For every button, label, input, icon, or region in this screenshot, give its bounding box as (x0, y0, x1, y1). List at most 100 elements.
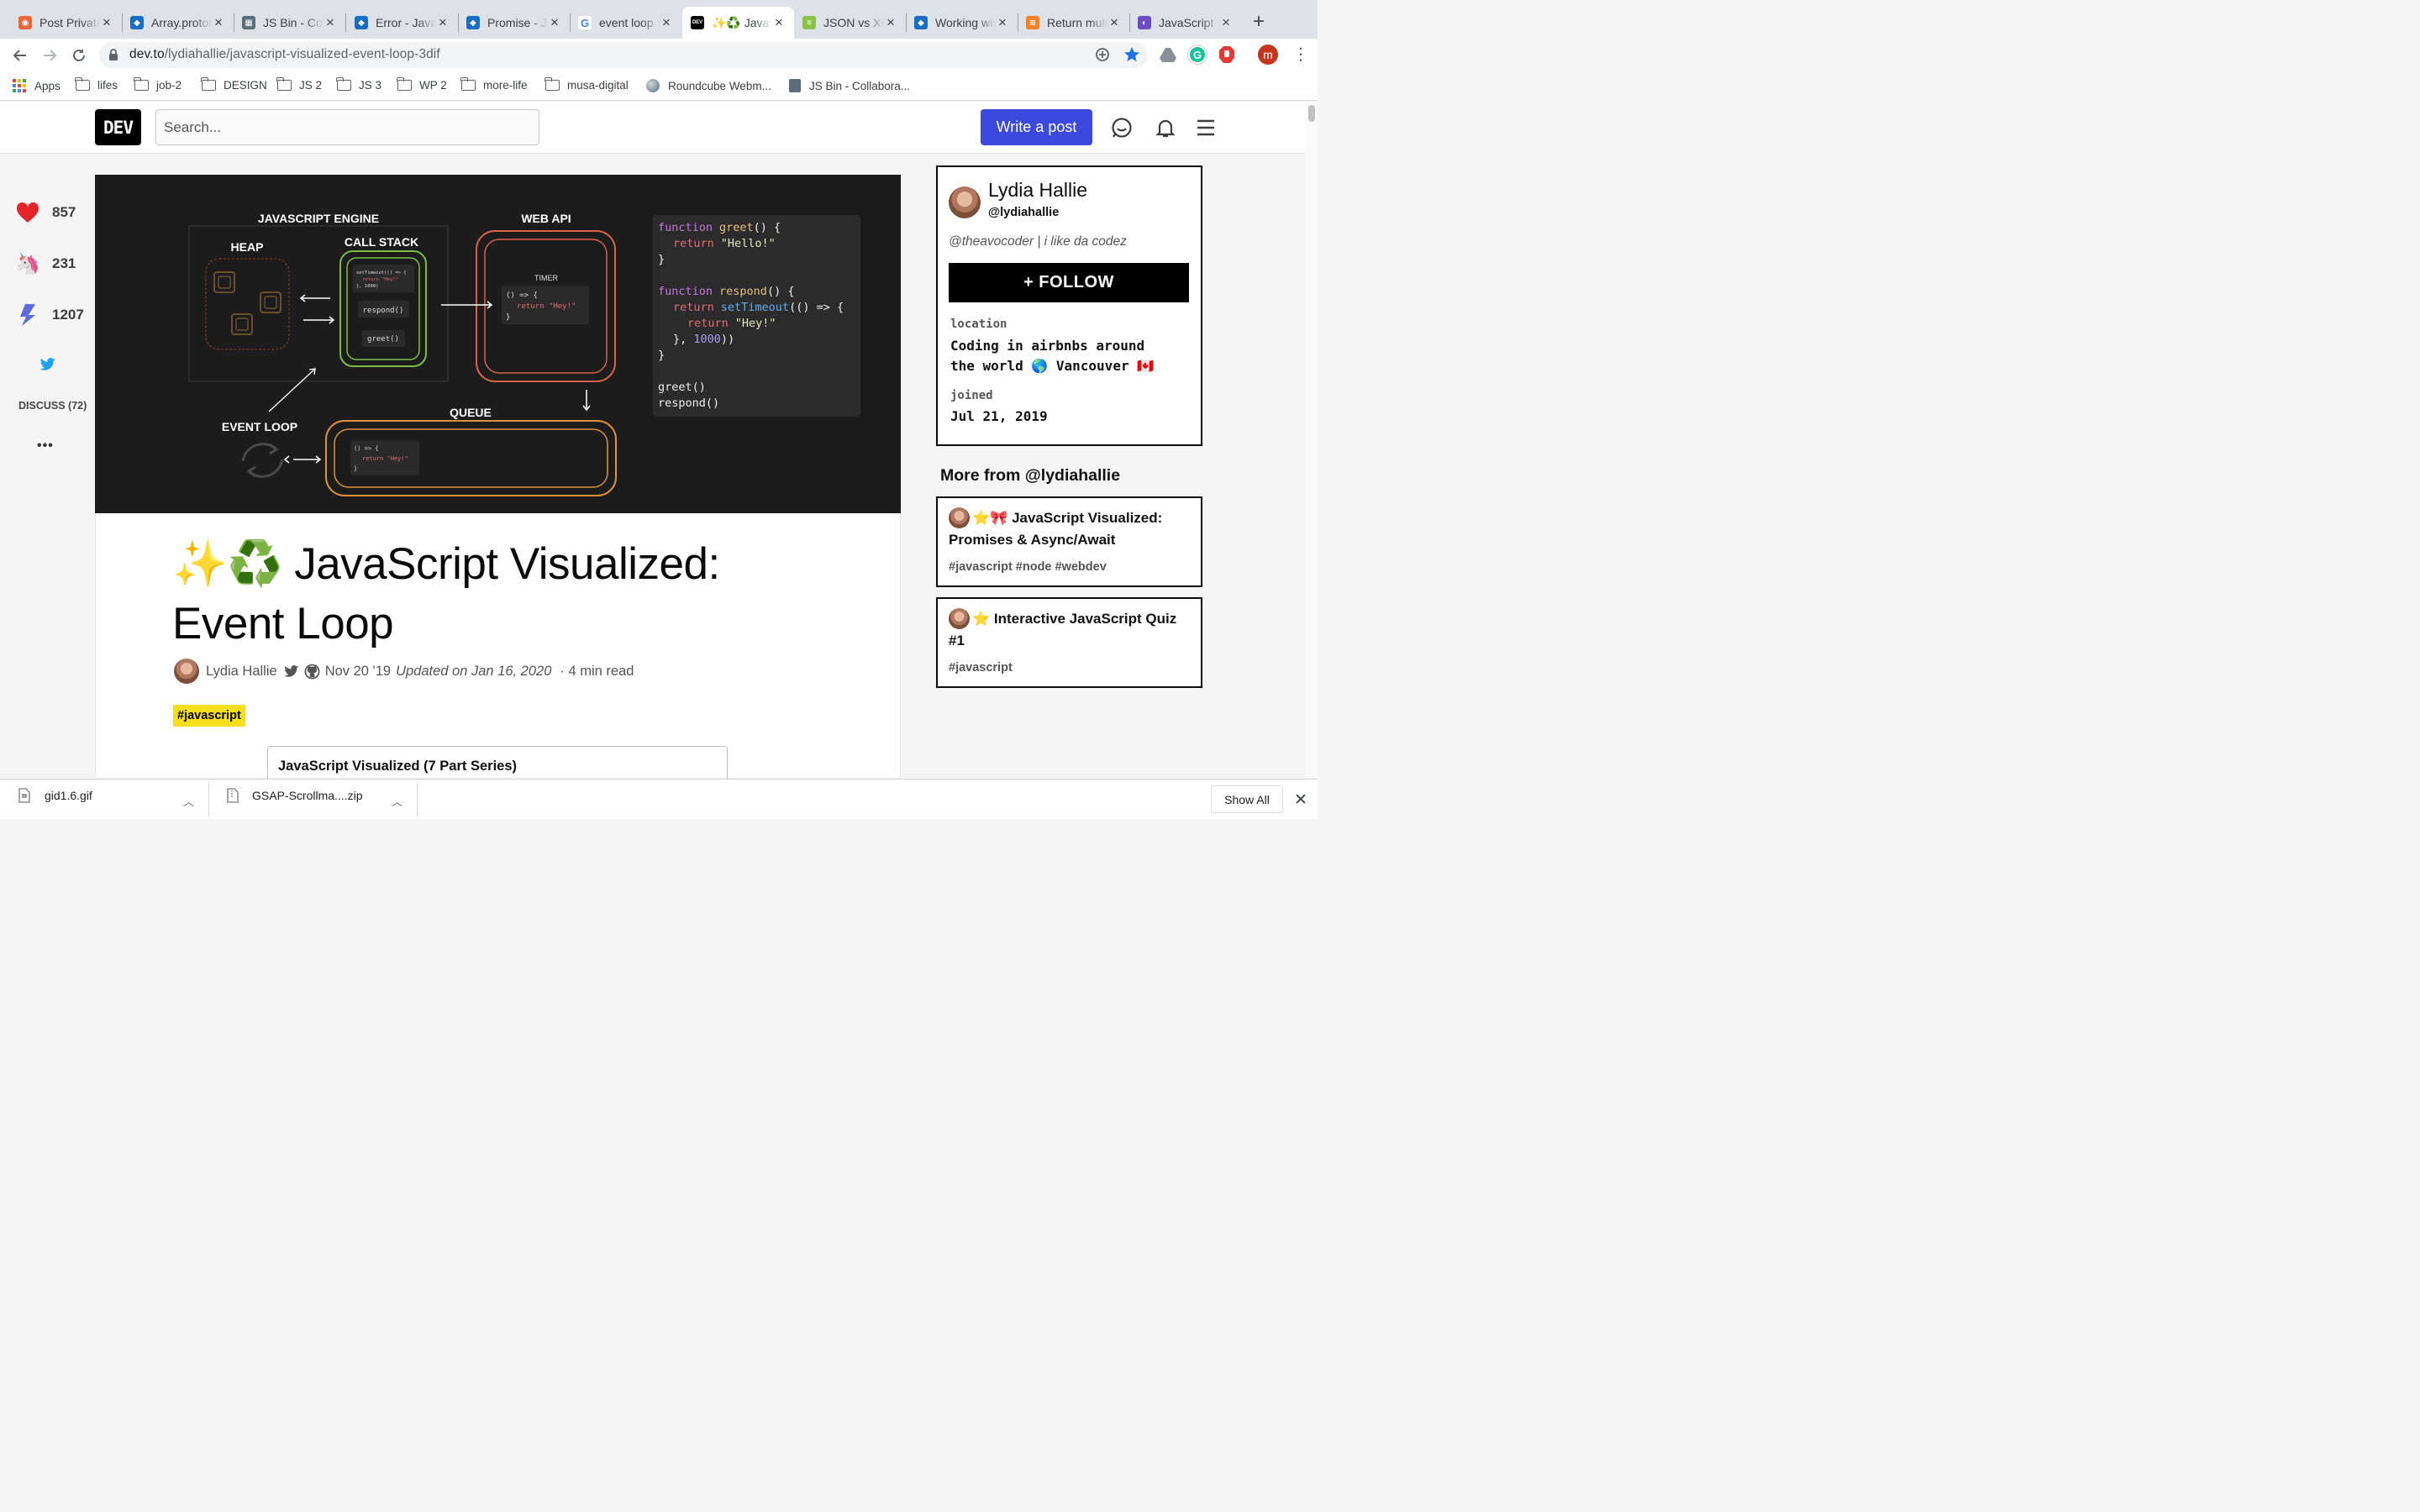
tab-close-icon[interactable]: × (1107, 14, 1121, 31)
bookmark-label: musa-digital (567, 79, 629, 92)
publish-date: Nov 20 '19 (324, 663, 392, 679)
more-post-title[interactable]: ⭐🎀 JavaScript Visualized: Promises & Asy… (949, 507, 1192, 551)
close-downloads-icon[interactable]: ✕ (1294, 790, 1307, 810)
tab-title: Promise - JavaScript (487, 16, 548, 29)
folder-icon (75, 77, 90, 91)
unicorn-icon: 🦄 (15, 252, 40, 276)
bookmark-reaction-button[interactable]: 1207 (15, 302, 84, 328)
author-name[interactable]: Lydia Hallie (206, 664, 277, 680)
download-item[interactable]: GSAP-Scrollma....zip (227, 788, 362, 803)
bookmark-count: 1207 (52, 307, 84, 323)
tab-close-icon[interactable]: × (324, 14, 337, 31)
bookmark-item[interactable]: DESIGN (201, 77, 267, 92)
browser-tab[interactable]: ≡ JSON vs XML× (794, 7, 906, 39)
url-text[interactable]: dev.to/lydiahallie/javascript-visualized… (129, 47, 440, 62)
series-box[interactable]: JavaScript Visualized (7 Part Series) (267, 746, 728, 780)
tab-close-icon[interactable]: × (996, 14, 1009, 31)
tab-close-icon[interactable]: × (100, 14, 113, 31)
author-github-icon[interactable] (304, 664, 320, 680)
tab-favicon-icon: DEV (691, 16, 704, 29)
tab-title: JavaScript (1159, 16, 1214, 29)
grammarly-extension-icon[interactable]: G (1188, 45, 1207, 64)
profile-name[interactable]: Lydia Hallie (988, 179, 1087, 202)
svg-text:}, 1000): }, 1000) (356, 284, 379, 289)
browser-tab[interactable]: ◐ JavaScript × (1129, 7, 1241, 39)
tab-close-icon[interactable]: × (660, 14, 673, 31)
search-input[interactable] (155, 109, 539, 145)
tab-close-icon[interactable]: × (884, 14, 897, 31)
connect-chat-icon[interactable] (1111, 117, 1133, 139)
svg-text:functionrespond() {: function respond() { (658, 285, 794, 298)
tab-title: Array.prototype (151, 16, 212, 29)
more-from-heading: More from @lydiahallie (940, 466, 1121, 485)
tab-favicon-icon: ◆ (355, 16, 368, 29)
adblock-extension-icon[interactable] (1218, 45, 1235, 64)
chevron-up-icon[interactable]: ︿ (392, 793, 402, 809)
add-icon[interactable] (1095, 47, 1110, 62)
tab-title: ✨♻️ JavaScript (712, 15, 772, 29)
apps-icon (13, 79, 26, 92)
bookmark-item[interactable]: lifes (75, 77, 118, 92)
tab-close-icon[interactable]: × (548, 14, 561, 31)
profile-avatar[interactable]: m (1258, 45, 1278, 65)
bookmark-item[interactable]: JS 3 (336, 77, 381, 92)
more-options-icon[interactable]: ••• (37, 438, 54, 454)
scrollbar-thumb[interactable] (1308, 105, 1315, 122)
heart-icon (15, 200, 40, 225)
tab-close-icon[interactable]: × (1219, 14, 1233, 31)
browser-tab[interactable]: Gevent loop × (570, 7, 681, 39)
bookmark-item[interactable]: job-2 (134, 77, 182, 92)
unicorn-reaction-button[interactable]: 🦄 231 (15, 251, 76, 276)
lock-icon[interactable] (108, 49, 118, 61)
browser-tab[interactable]: ≋ Return multiple× (1018, 7, 1129, 39)
discuss-link[interactable]: DISCUSS (72) (18, 400, 87, 412)
tab-close-icon[interactable]: × (772, 14, 786, 31)
svg-text:() => {: () => { (354, 445, 379, 452)
bookmark-item[interactable]: JS 2 (276, 77, 322, 92)
follow-button[interactable]: + FOLLOW (949, 263, 1189, 302)
new-tab-button[interactable]: + (1249, 12, 1269, 32)
browser-tab[interactable]: ◉ Post Private × (10, 7, 122, 39)
hamburger-menu-icon[interactable] (1195, 117, 1217, 139)
author-avatar[interactable] (174, 659, 199, 684)
profile-bio: @theavocoder | i like da codez (949, 234, 1127, 249)
bookmark-item[interactable]: more-life (460, 77, 528, 92)
twitter-share-icon[interactable] (39, 358, 56, 371)
write-post-button[interactable]: Write a post (981, 109, 1092, 145)
tab-close-icon[interactable]: × (212, 14, 225, 31)
browser-menu-icon[interactable]: ⋮ (1292, 44, 1309, 66)
profile-avatar-large[interactable] (949, 186, 981, 218)
tab-close-icon[interactable]: × (436, 14, 450, 31)
more-post-title[interactable]: ⭐ Interactive JavaScript Quiz #1 (949, 608, 1192, 652)
browser-tab[interactable]: ◆ Error - JavaScript× (346, 7, 458, 39)
reload-button[interactable] (68, 45, 90, 66)
browser-tab[interactable]: ◆ Promise - JavaScript× (458, 7, 570, 39)
bookmark-item[interactable]: Apps (13, 79, 60, 92)
bookmark-star-icon[interactable] (1123, 46, 1140, 63)
dev-logo[interactable]: DEV (95, 109, 141, 145)
svg-text:return"Hello!": return "Hello!" (673, 237, 776, 250)
page-scrollbar[interactable] (1306, 102, 1318, 779)
svg-text:}, 1000)): }, 1000)) (673, 333, 734, 346)
browser-tab[interactable]: DEV ✨♻️ JavaScript× (682, 7, 794, 39)
bookmark-item[interactable]: JS Bin - Collabora... (789, 79, 910, 92)
browser-tab[interactable]: ◆ Working with × (906, 7, 1018, 39)
svg-text:return "Hey!": return "Hey!" (362, 455, 408, 462)
bookmark-item[interactable]: WP 2 (397, 77, 447, 92)
bookmark-label: WP 2 (419, 79, 447, 92)
notifications-bell-icon[interactable] (1155, 117, 1176, 139)
browser-tab[interactable]: ◆ Array.prototype× (122, 7, 234, 39)
show-all-downloads-button[interactable]: Show All (1211, 785, 1283, 813)
drive-extension-icon[interactable] (1160, 47, 1176, 62)
forward-button[interactable] (39, 45, 60, 66)
bookmark-item[interactable]: musa-digital (544, 77, 629, 92)
browser-tab[interactable]: ▦ JS Bin - Collaborative× (234, 7, 345, 39)
back-button[interactable] (9, 45, 31, 66)
tag-javascript[interactable]: #javascript (173, 705, 245, 727)
roundcube-icon (646, 79, 660, 92)
bookmark-item[interactable]: Roundcube Webm... (646, 79, 771, 92)
author-twitter-icon[interactable] (283, 664, 299, 678)
chevron-up-icon[interactable]: ︿ (183, 793, 194, 809)
heart-reaction-button[interactable]: 857 (15, 200, 76, 225)
download-item[interactable]: gid1.6.gif (18, 788, 92, 803)
